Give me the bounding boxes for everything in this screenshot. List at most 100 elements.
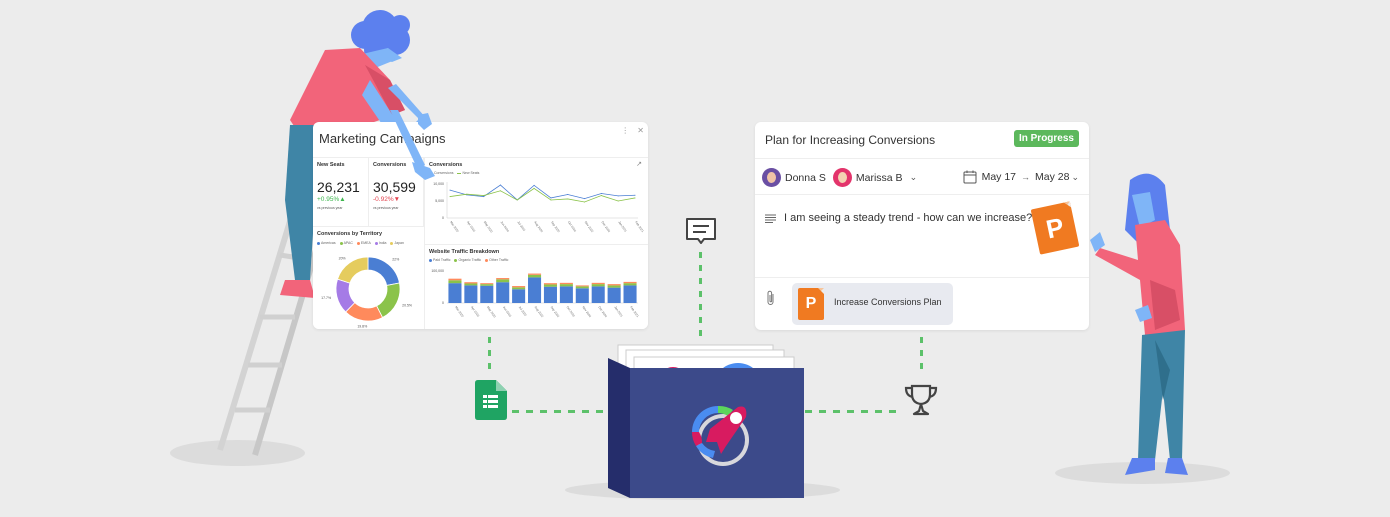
- bar-segment: [623, 281, 637, 284]
- x-tick-label: Jan 2021: [613, 305, 624, 318]
- data-point: [533, 184, 535, 186]
- more-vertical-icon[interactable]: ⋮: [621, 126, 629, 135]
- bar-segment: [575, 288, 589, 303]
- bar-segment: [528, 277, 542, 303]
- bar-segment: [559, 282, 573, 285]
- comment-icon: [686, 218, 716, 244]
- x-tick-label: Nov 2020: [581, 305, 592, 318]
- y-tick-label: 0: [442, 301, 444, 305]
- slice-label: 19.8%: [357, 325, 367, 329]
- data-point: [550, 199, 552, 201]
- close-icon[interactable]: ✕: [637, 126, 644, 135]
- bar-segment: [623, 285, 637, 303]
- legend-item: Paid Traffic: [429, 258, 450, 262]
- kpi-delta-value: -0.92%: [373, 196, 394, 203]
- bar-segment: [575, 286, 589, 289]
- bar-segment: [623, 283, 637, 286]
- bar-segment: [464, 282, 478, 284]
- legend-swatch: [457, 172, 462, 174]
- donut-slice: [337, 256, 369, 284]
- bar-segment: [591, 282, 605, 285]
- message-text: I am seeing a steady trend - how can we …: [784, 212, 1033, 224]
- bar-segment: [543, 284, 557, 287]
- date-range[interactable]: May 17 → May 28 ⌄: [963, 170, 1079, 184]
- kpi-value: 26,231: [317, 179, 360, 195]
- status-badge[interactable]: In Progress: [1013, 130, 1079, 147]
- x-tick-label: Apr 2020: [470, 305, 480, 318]
- x-tick-label: Jul 2020: [518, 305, 528, 317]
- bar-segment: [448, 280, 462, 284]
- chart-title: Website Traffic Breakdown: [429, 249, 500, 255]
- x-tick-label: Oct 2020: [567, 220, 577, 233]
- avatar: [762, 168, 781, 187]
- legend-item: Americas: [317, 241, 336, 245]
- ppt-letter: P: [1043, 211, 1067, 244]
- kpi-sub: vs previous year: [317, 206, 343, 210]
- bar-segment: [480, 285, 494, 303]
- kpi-sub: vs previous year: [373, 206, 399, 210]
- kpi-delta: -0.92%▼: [373, 196, 400, 203]
- legend-swatch: [374, 241, 378, 245]
- bar-segment: [543, 283, 557, 285]
- connector-line: [512, 410, 607, 413]
- bar-segment: [607, 285, 621, 288]
- bar-segment: [496, 282, 510, 303]
- arrow-up-icon: ▲: [339, 196, 346, 203]
- data-point: [617, 195, 619, 197]
- calendar-icon: [963, 170, 977, 184]
- data-point: [584, 201, 586, 203]
- avatar: [832, 168, 852, 187]
- traffic-bar-panel: Website Traffic Breakdown Paid Traffic Or…: [425, 245, 648, 329]
- data-point: [550, 197, 552, 199]
- expand-icon[interactable]: ↗: [636, 160, 642, 168]
- chevron-down-icon[interactable]: ⌄: [910, 172, 918, 183]
- x-tick-label: Aug 2020: [533, 220, 544, 233]
- data-point: [600, 193, 602, 195]
- x-tick-label: Jun 2020: [500, 220, 511, 233]
- territory-donut-panel: Conversions by Territory Americas APAC EME…: [313, 227, 424, 329]
- y-tick-label: 0: [442, 216, 444, 220]
- slice-label: 22%: [392, 258, 399, 262]
- powerpoint-icon: P: [798, 288, 824, 320]
- marketing-campaigns-card: Marketing Campaigns ⋮ ✕ New Seats 26,231…: [313, 122, 648, 329]
- data-point: [634, 194, 636, 196]
- chart-legend: Paid Traffic Organic Traffic Other Traffic: [429, 258, 508, 262]
- description[interactable]: I am seeing a steady trend - how can we …: [765, 212, 1032, 224]
- data-point: [516, 199, 518, 201]
- connector-line: [920, 337, 923, 375]
- data-point: [466, 193, 468, 195]
- bar-segment: [512, 289, 526, 303]
- attachment-chip[interactable]: P Increase Conversions Plan: [792, 283, 953, 325]
- conversions-line-panel: Conversions ↗ Conversions New Seats 10,00…: [425, 158, 648, 244]
- bar-segment: [528, 273, 542, 275]
- bar-segment: [496, 278, 510, 280]
- legend-swatch: [454, 258, 458, 262]
- bar-segment: [496, 279, 510, 283]
- data-point: [449, 189, 451, 191]
- divider: [755, 194, 1089, 195]
- x-tick-label: Dec 2020: [601, 220, 612, 233]
- series-line: [449, 187, 636, 203]
- ppt-letter: P: [805, 295, 817, 312]
- bar-segment: [512, 287, 526, 290]
- data-point: [567, 194, 569, 196]
- chart-title: Conversions by Territory: [317, 231, 382, 237]
- legend-item: Other Traffic: [485, 258, 508, 262]
- bar-chart: 100,000 0 Mar 2020 Apr 2020 May 2020 Jun 2020…: [431, 269, 640, 318]
- data-point: [617, 200, 619, 202]
- connector-line: [699, 252, 702, 337]
- start-date: May 17: [981, 171, 1017, 183]
- assignees[interactable]: Donna S Marissa B ⌄: [762, 168, 917, 187]
- x-tick-label: Sep 2020: [550, 305, 561, 318]
- x-tick-label: Oct 2020: [566, 305, 576, 318]
- legend-item: EMEA: [356, 241, 371, 245]
- bar-segment: [591, 286, 605, 303]
- paperclip-icon[interactable]: [766, 290, 776, 306]
- content-box-illustration: [608, 344, 804, 498]
- x-tick-label: Nov 2020: [584, 220, 595, 233]
- data-point: [533, 187, 535, 189]
- attachment-name: Increase Conversions Plan: [834, 297, 942, 307]
- legend-item: Japan: [390, 241, 404, 245]
- data-point: [584, 198, 586, 200]
- person-right-illustration: [1090, 173, 1188, 475]
